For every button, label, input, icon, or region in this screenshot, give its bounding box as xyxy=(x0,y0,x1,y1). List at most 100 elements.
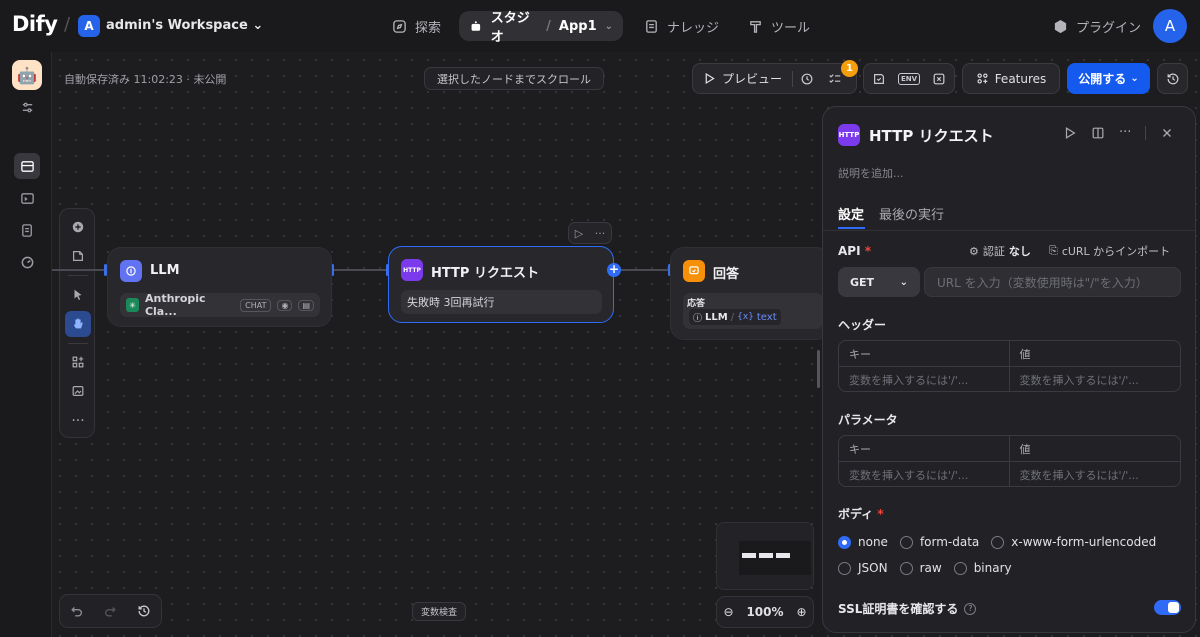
param-key-input[interactable]: 変数を挿入するには'/'... xyxy=(839,462,1010,486)
question-icon[interactable]: ? xyxy=(964,602,977,615)
top-bar: Dify / A admin's Workspace ⌄ 探索 スタジオ / A… xyxy=(0,0,1200,52)
add-node-icon[interactable] xyxy=(65,214,91,240)
preview-button[interactable]: プレビュー xyxy=(693,64,792,93)
body-radio-none[interactable]: none xyxy=(838,535,888,549)
body-radio-urlencoded[interactable]: x-www-form-urlencoded xyxy=(991,535,1156,549)
zoom-in-icon[interactable]: ⊕ xyxy=(796,605,806,619)
hand-icon[interactable] xyxy=(65,311,91,337)
nav-knowledge[interactable]: ナレッジ xyxy=(634,11,729,41)
nav-plugins[interactable]: プラグイン xyxy=(1043,11,1151,41)
hammer-icon xyxy=(750,20,761,33)
http-icon: HTTP xyxy=(401,259,423,281)
sliders-icon[interactable] xyxy=(14,94,40,120)
curl-import-button[interactable]: ⎘ cURL からインポート xyxy=(1049,243,1170,259)
method-value: GET xyxy=(850,275,875,289)
tab-last-run[interactable]: 最後の実行 xyxy=(879,204,944,223)
zoom-control: ⊖ 100% ⊕ xyxy=(716,596,814,628)
workspace-switcher[interactable]: admin's Workspace ⌄ xyxy=(106,18,263,33)
llm-model-selector[interactable]: ✳ Anthropic Cla... CHAT ◉ ▤ xyxy=(120,292,320,318)
required-mark: * xyxy=(864,244,872,258)
radio-label: x-www-form-urlencoded xyxy=(1011,535,1157,549)
auth-value: なし xyxy=(1008,245,1031,258)
anthropic-icon: ✳ xyxy=(126,298,139,312)
body-radio-binary[interactable]: binary xyxy=(953,561,1012,575)
user-avatar[interactable]: A xyxy=(1153,9,1187,43)
features-button[interactable]: Features xyxy=(962,63,1060,94)
help-doc-icon[interactable] xyxy=(1091,126,1105,140)
terminal-icon[interactable] xyxy=(14,185,40,211)
dify-logo[interactable]: Dify xyxy=(12,12,58,36)
app-name[interactable]: App1 xyxy=(559,19,597,34)
add-next-node-plus-icon[interactable]: + xyxy=(607,263,621,277)
workspace-avatar[interactable]: A xyxy=(78,15,100,37)
radio-icon xyxy=(991,535,1005,549)
edge-start-llm xyxy=(52,269,106,271)
ssl-verify-toggle[interactable] xyxy=(1154,600,1181,615)
minimap[interactable] xyxy=(716,522,814,590)
header-value-input[interactable]: 変数を挿入するには'/'... xyxy=(1010,367,1181,391)
workflow-orchestrate-icon[interactable] xyxy=(14,153,40,179)
headers-table: キー 値 変数を挿入するには'/'... 変数を挿入するには'/'... xyxy=(838,340,1181,392)
answer-label: 応答 xyxy=(687,299,706,309)
organize-blocks-icon[interactable] xyxy=(65,349,91,375)
auth-button[interactable]: ⚙ 認証 なし xyxy=(969,243,1031,259)
scroll-to-selected-button[interactable]: 選択したノードまでスクロール xyxy=(424,67,604,90)
tab-settings[interactable]: 設定 xyxy=(838,204,864,223)
history-icon[interactable] xyxy=(137,604,151,618)
run-history-icon[interactable] xyxy=(793,64,821,93)
more-icon[interactable]: ··· xyxy=(65,408,91,434)
nav-tools-label: ツール xyxy=(771,20,811,36)
body-radio-form-data[interactable]: form-data xyxy=(899,535,979,549)
more-icon[interactable]: ··· xyxy=(1119,125,1131,140)
zoom-out-icon[interactable]: ⊖ xyxy=(723,605,733,619)
llm-node-title: LLM xyxy=(150,263,180,278)
body-label: ボディ * xyxy=(838,505,884,522)
panel-resize-handle[interactable] xyxy=(817,350,820,388)
nav-tools[interactable]: ツール xyxy=(738,11,820,41)
api-label: API * xyxy=(838,244,871,258)
curl-import-label: cURL からインポート xyxy=(1061,245,1171,258)
url-input[interactable]: URL を入力（変数使用時は"/"を入力） xyxy=(924,267,1181,297)
comment-icon[interactable] xyxy=(865,64,893,93)
pointer-icon[interactable] xyxy=(65,282,91,308)
http-request-node[interactable]: HTTP HTTP リクエスト 失敗時 3回再試行 xyxy=(388,246,614,323)
logs-icon[interactable] xyxy=(14,217,40,243)
app-robot-icon[interactable]: 🤖 xyxy=(12,60,42,90)
publish-label: 公開する xyxy=(1078,72,1127,86)
radio-label: JSON xyxy=(858,561,888,575)
radio-label: none xyxy=(858,535,888,549)
ssl-verify-label: SSL証明書を確認する ? xyxy=(838,600,977,617)
radio-icon xyxy=(899,561,913,575)
header-key-input[interactable]: 変数を挿入するには'/'... xyxy=(839,367,1010,391)
llm-node[interactable]: LLM ✳ Anthropic Cla... CHAT ◉ ▤ xyxy=(107,247,332,327)
description-input[interactable]: 説明を追加... xyxy=(838,165,904,181)
vision-icon: ◉ xyxy=(277,299,293,311)
panel-title[interactable]: HTTP リクエスト xyxy=(869,125,994,146)
book-icon xyxy=(646,19,657,33)
param-value-input[interactable]: 変数を挿入するには'/'... xyxy=(1010,462,1181,486)
variable-inspect-button[interactable]: 変数検査 xyxy=(412,602,467,621)
nav-explore[interactable]: 探索 xyxy=(382,11,451,41)
version-history-button[interactable] xyxy=(1157,63,1188,94)
body-radio-json[interactable]: JSON xyxy=(838,561,888,575)
redo-icon[interactable] xyxy=(103,604,117,618)
answer-node[interactable]: 回答 応答 ⓘ LLM / {x} text xyxy=(670,247,830,340)
method-select[interactable]: GET ⌄ xyxy=(838,267,920,297)
run-node-icon[interactable]: ▷ xyxy=(575,227,583,240)
close-icon[interactable] xyxy=(1160,126,1174,140)
value-column-header: 値 xyxy=(1019,442,1031,456)
env-variables-icon[interactable]: ENV xyxy=(895,64,923,93)
add-note-icon[interactable] xyxy=(65,243,91,269)
zoom-level[interactable]: 100% xyxy=(746,605,783,619)
more-icon[interactable]: ··· xyxy=(595,227,606,240)
minimap-node xyxy=(776,553,790,558)
variable-icon: {x} xyxy=(737,312,754,322)
monitoring-icon[interactable] xyxy=(14,249,40,275)
nav-studio[interactable]: スタジオ / App1 ⌄ xyxy=(459,11,623,45)
minimap-toggle-icon[interactable] xyxy=(65,378,91,404)
body-radio-raw[interactable]: raw xyxy=(899,561,942,575)
conversation-variables-icon[interactable] xyxy=(925,64,953,93)
run-node-icon[interactable] xyxy=(1063,126,1077,140)
undo-icon[interactable] xyxy=(70,604,84,618)
publish-button[interactable]: 公開する ⌄ xyxy=(1067,63,1150,94)
